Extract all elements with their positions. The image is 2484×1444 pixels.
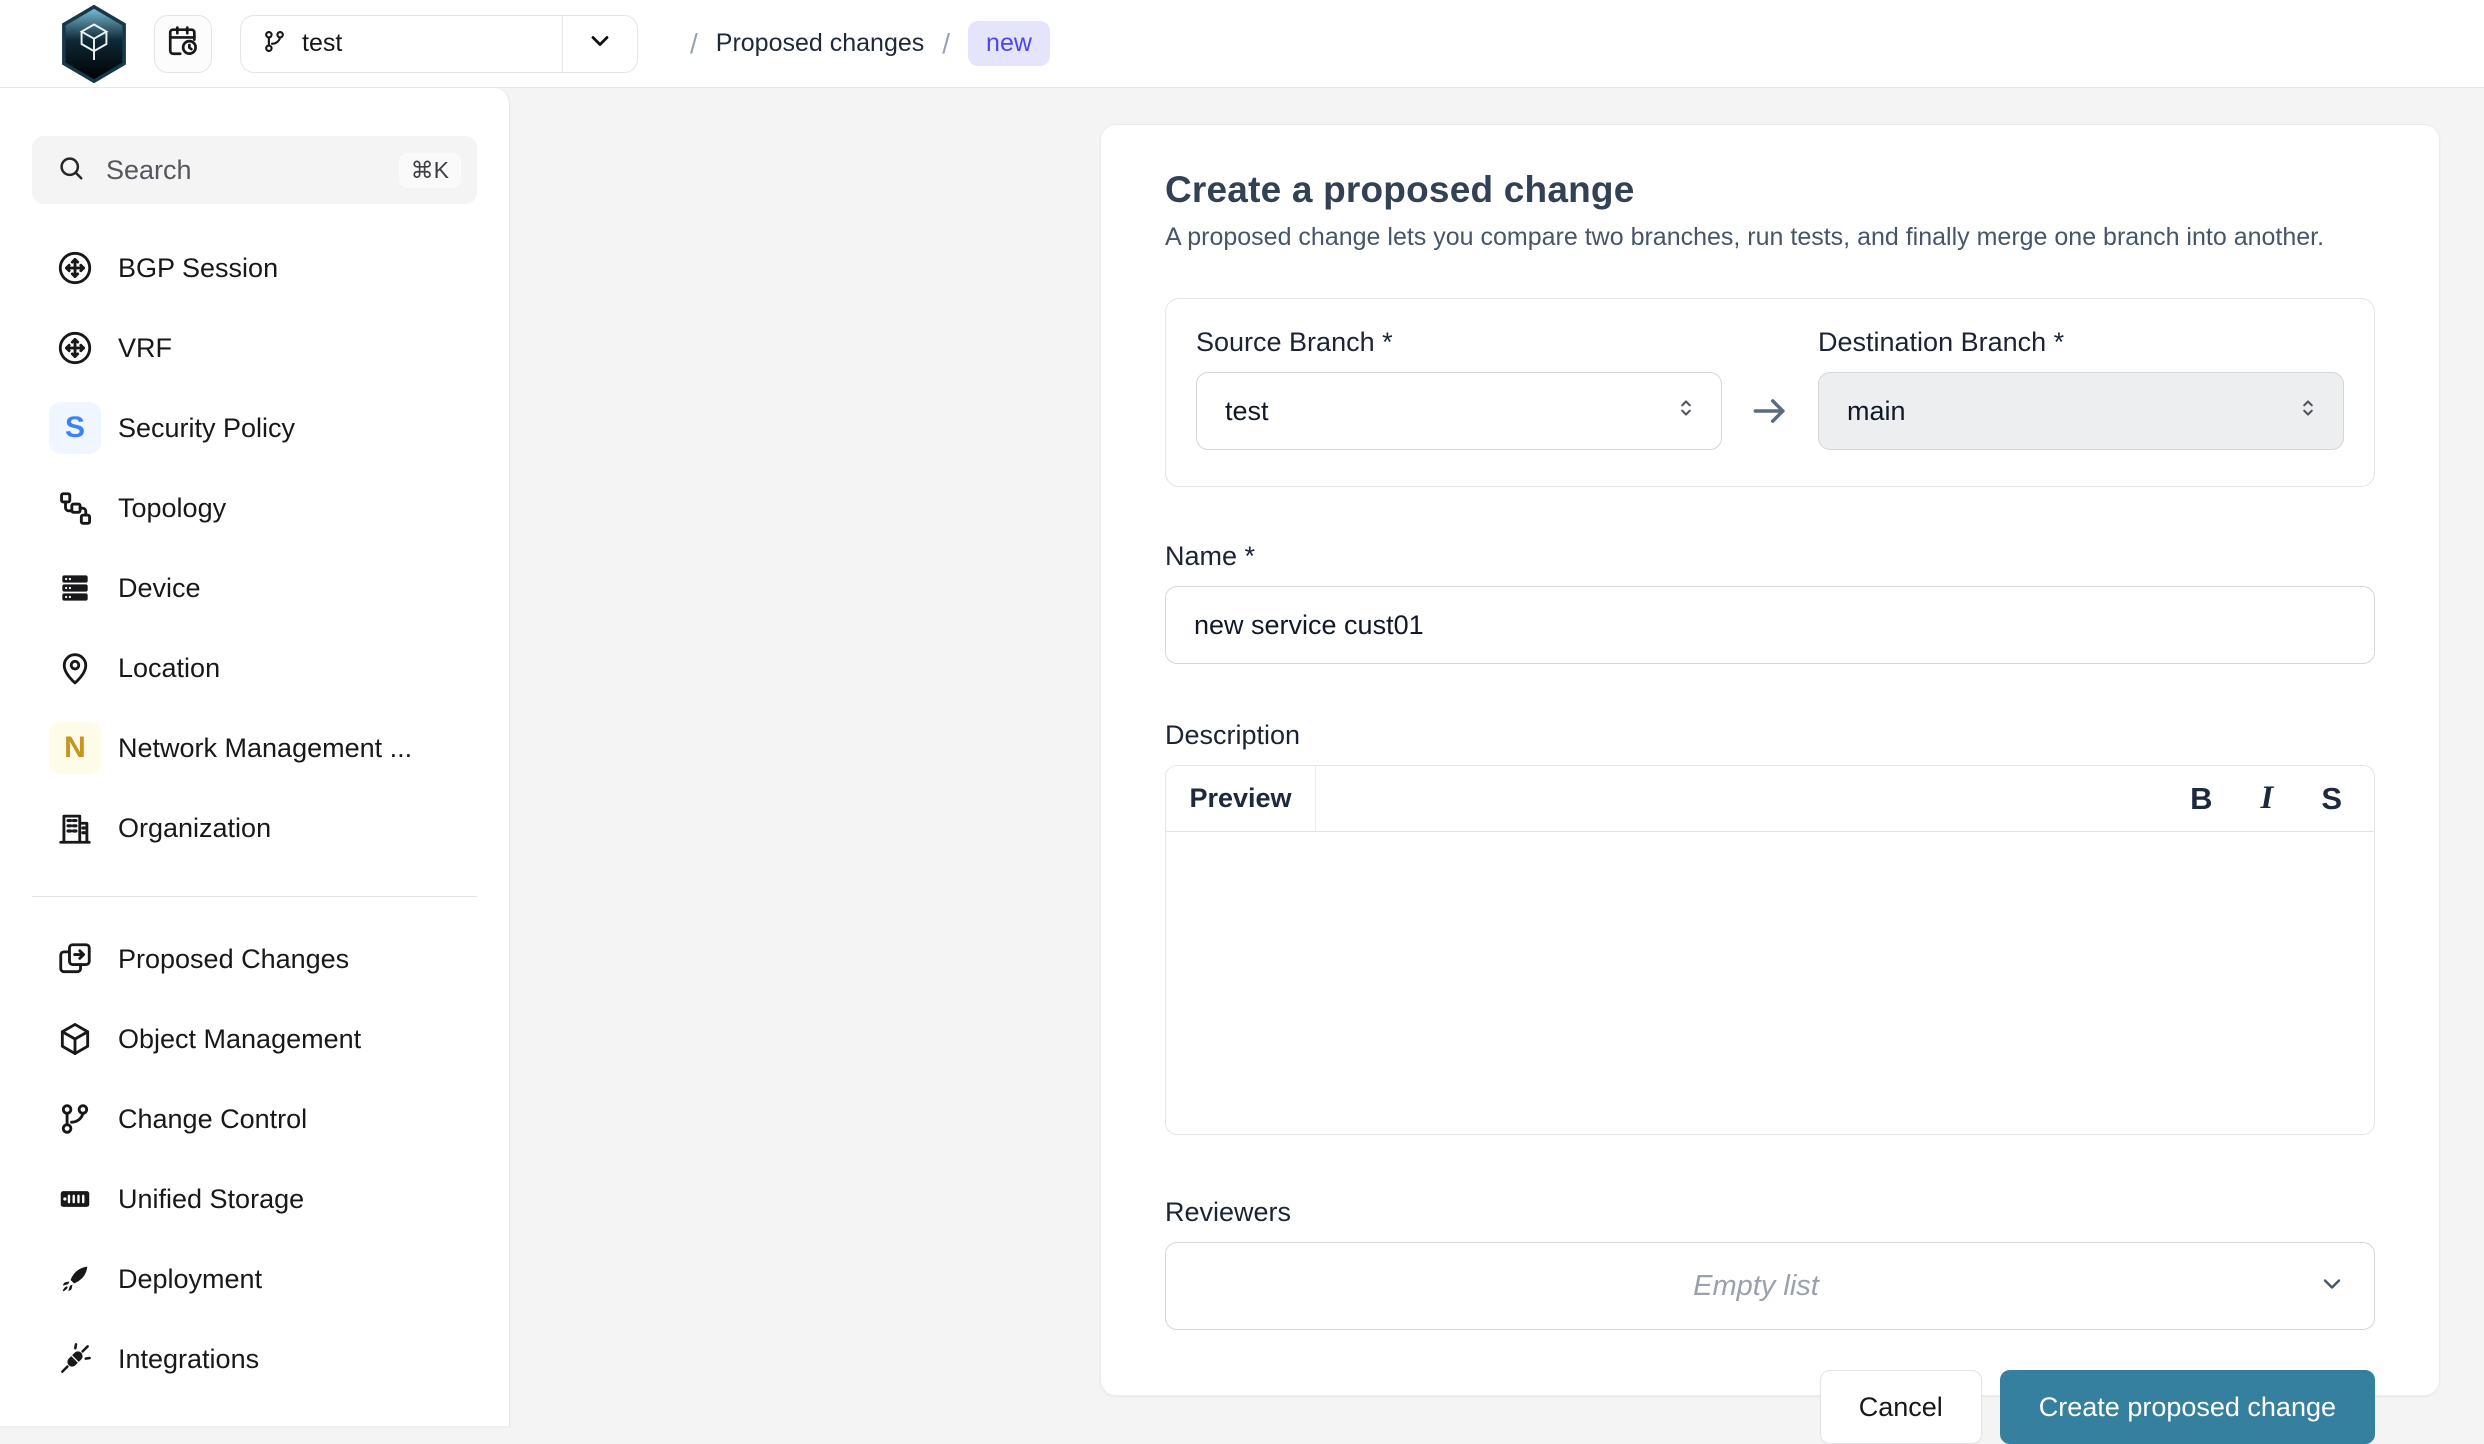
sidebar-item-deployment[interactable]: Deployment [0,1239,509,1319]
sidebar-item-device[interactable]: Device [0,548,509,628]
letter-badge-icon: N [48,721,102,775]
description-textarea[interactable] [1166,832,2374,1134]
search-shortcut: ⌘K [399,153,461,188]
sidebar-item-label: Proposed Changes [118,944,349,975]
arrow-right-icon [1722,327,1818,450]
letter-badge-icon: S [48,401,102,455]
chevron-down-icon [2318,1270,2346,1303]
chevron-updown-icon [2295,395,2321,428]
source-branch-label: Source Branch * [1196,327,1722,358]
search-icon [56,153,86,188]
sidebar-item-change-control[interactable]: Change Control [0,1079,509,1159]
reviewers-select[interactable]: Empty list [1165,1242,2375,1330]
branch-compare-box: Source Branch * test Destination Branch … [1165,298,2375,487]
calendar-clock-button[interactable] [154,15,212,73]
storage-icon [48,1172,102,1226]
sidebar-item-bgp-session[interactable]: BGP Session [0,228,509,308]
name-input[interactable] [1165,586,2375,664]
route-icon [48,321,102,375]
branch-selector[interactable]: test [240,15,638,73]
search-placeholder: Search [106,155,399,186]
breadcrumb-proposed-changes[interactable]: Proposed changes [716,29,924,58]
sidebar-item-label: Change Control [118,1104,307,1135]
sidebar-item-label: Organization [118,813,271,844]
sidebar-item-vrf[interactable]: VRF [0,308,509,388]
create-proposed-change-button[interactable]: Create proposed change [2000,1370,2375,1444]
sidebar-item-label: VRF [118,333,172,364]
sidebar-item-label: Topology [118,493,226,524]
git-branch-icon [261,28,288,60]
sidebar-item-label: Device [118,573,201,604]
plug-icon [48,1332,102,1386]
chevron-updown-icon [1673,395,1699,428]
search-input[interactable]: Search ⌘K [32,136,477,204]
chevron-down-icon [586,27,614,60]
branch-selector-caret[interactable] [563,27,637,60]
reviewers-placeholder: Empty list [1194,1270,2318,1303]
route-icon [48,241,102,295]
destination-branch-select[interactable]: main [1818,372,2344,450]
sidebar-item-topology[interactable]: Topology [0,468,509,548]
sidebar-item-integrations[interactable]: Integrations [0,1319,509,1399]
strikethrough-icon[interactable]: S [2317,779,2346,818]
description-editor-header: Preview B I S [1166,766,2374,832]
sidebar-item-network-management[interactable]: N Network Management ... [0,708,509,788]
sidebar-group-app: Proposed Changes Object Management Change … [0,919,509,1399]
breadcrumb-separator: / [672,28,716,60]
name-label: Name * [1165,541,1255,571]
infrahub-logo[interactable] [56,6,132,82]
sidebar-group-objects: BGP Session VRF S Security Policy Topology De… [0,228,509,868]
create-proposed-change-card: Create a proposed change A proposed chan… [1100,124,2440,1396]
file-diff-icon [48,932,102,986]
description-editor: Preview B I S [1165,765,2375,1135]
main-content: Create a proposed change A proposed chan… [510,88,2484,1426]
sidebar-item-proposed-changes[interactable]: Proposed Changes [0,919,509,999]
sidebar-item-label: Location [118,653,220,684]
page-title: Create a proposed change [1165,169,2375,211]
reviewers-label: Reviewers [1165,1197,1291,1227]
server-icon [48,561,102,615]
sidebar-item-label: Integrations [118,1344,259,1375]
cube-icon [48,1012,102,1066]
calendar-clock-icon [166,24,200,63]
map-pin-icon [48,641,102,695]
breadcrumb-current-badge: new [968,21,1050,66]
branch-selector-value: test [302,29,342,58]
destination-branch-label: Destination Branch * [1818,327,2344,358]
cancel-button[interactable]: Cancel [1820,1370,1982,1444]
bold-icon[interactable]: B [2186,779,2216,818]
sidebar-item-label: Network Management ... [118,733,412,764]
topbar: test / Proposed changes / new [0,0,2484,88]
topology-icon [48,481,102,535]
sidebar-item-security-policy[interactable]: S Security Policy [0,388,509,468]
sidebar-divider [32,896,477,897]
sidebar: Search ⌘K BGP Session VRF S Security Policy… [0,88,510,1426]
sidebar-item-organization[interactable]: Organization [0,788,509,868]
sidebar-item-label: Deployment [118,1264,262,1295]
rocket-icon [48,1252,102,1306]
description-label: Description [1165,720,1300,750]
markdown-toolbar: BIS [1316,766,2374,831]
page-subtitle: A proposed change lets you compare two b… [1165,223,2375,252]
sidebar-item-unified-storage[interactable]: Unified Storage [0,1159,509,1239]
breadcrumb: / Proposed changes / new [672,21,1050,66]
form-actions: Cancel Create proposed change [1165,1370,2375,1444]
sidebar-item-label: BGP Session [118,253,278,284]
italic-icon[interactable]: I [2256,778,2277,819]
tab-preview[interactable]: Preview [1166,766,1316,831]
building-icon [48,801,102,855]
sidebar-item-label: Unified Storage [118,1184,304,1215]
sidebar-item-object-management[interactable]: Object Management [0,999,509,1079]
sidebar-item-label: Security Policy [118,413,295,444]
breadcrumb-separator: / [924,28,968,60]
sidebar-item-label: Object Management [118,1024,361,1055]
sidebar-item-location[interactable]: Location [0,628,509,708]
source-branch-select[interactable]: test [1196,372,1722,450]
git-branch-icon [48,1092,102,1146]
